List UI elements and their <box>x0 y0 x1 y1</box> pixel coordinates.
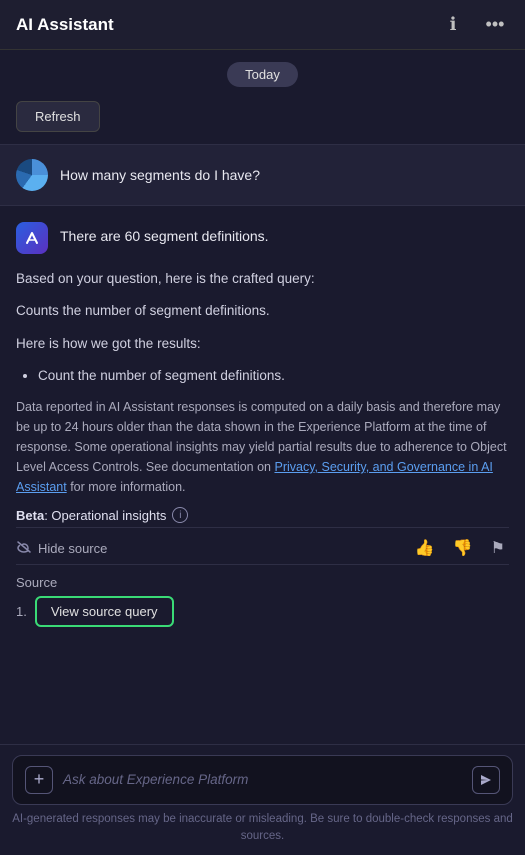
view-source-button[interactable]: View source query <box>35 596 174 627</box>
info-icon: ℹ <box>450 14 457 35</box>
refresh-bar: Refresh <box>0 95 525 144</box>
more-options-button[interactable]: ••• <box>481 11 509 39</box>
feedback-icons: 👍 👎 ⚑ <box>411 536 509 560</box>
app-header: AI Assistant ℹ ••• <box>0 0 525 50</box>
user-message-text: How many segments do I have? <box>60 167 260 183</box>
more-icon: ••• <box>486 14 505 35</box>
counts-line: Counts the number of segment definitions… <box>16 300 509 322</box>
source-section: Source 1. View source query <box>16 575 509 627</box>
input-area: + Ask about Experience Platform AI-gener… <box>0 744 525 855</box>
thumbs-down-icon: 👎 <box>453 540 473 557</box>
date-badge: Today <box>227 62 298 87</box>
avatar <box>16 159 48 191</box>
disclaimer-text: Data reported in AI Assistant responses … <box>16 397 509 497</box>
header-actions: ℹ ••• <box>439 11 509 39</box>
refresh-button[interactable]: Refresh <box>16 101 100 132</box>
app-title: AI Assistant <box>16 15 114 35</box>
thumbs-down-button[interactable]: 👎 <box>449 536 477 560</box>
source-row: Hide source 👍 👎 ⚑ <box>16 527 509 565</box>
source-label: Source <box>16 575 509 590</box>
plus-icon: + <box>34 769 45 790</box>
beta-info-icon[interactable]: i <box>172 507 188 523</box>
bottom-spacer <box>0 639 525 749</box>
beta-label: Beta: Operational insights <box>16 508 166 523</box>
send-button[interactable] <box>472 766 500 794</box>
results-intro: Here is how we got the results: <box>16 333 509 355</box>
flag-button[interactable]: ⚑ <box>487 536 509 560</box>
input-box: + Ask about Experience Platform <box>12 755 513 805</box>
source-number: 1. <box>16 604 27 619</box>
beta-row: Beta: Operational insights i <box>16 507 509 523</box>
footer-disclaimer: AI-generated responses may be inaccurate… <box>12 811 513 852</box>
ai-main-answer: There are 60 segment definitions. <box>60 222 269 244</box>
results-list: Count the number of segment definitions. <box>16 365 509 387</box>
thumbs-up-button[interactable]: 👍 <box>411 536 439 560</box>
eye-slash-icon <box>16 540 32 557</box>
disclaimer-after-link: for more information. <box>67 480 186 494</box>
ai-body: Based on your question, here is the craf… <box>16 268 509 387</box>
result-item-1: Count the number of segment definitions. <box>38 365 509 387</box>
crafted-query-intro: Based on your question, here is the craf… <box>16 268 509 290</box>
flag-icon: ⚑ <box>491 540 505 557</box>
input-placeholder: Ask about Experience Platform <box>63 772 472 787</box>
user-message: How many segments do I have? <box>0 145 525 206</box>
hide-source-button[interactable]: Hide source <box>16 540 107 557</box>
ai-response: There are 60 segment definitions. Based … <box>0 206 525 639</box>
info-button[interactable]: ℹ <box>439 11 467 39</box>
hide-source-label: Hide source <box>38 541 107 556</box>
ai-response-header: There are 60 segment definitions. <box>16 222 509 254</box>
thumbs-up-icon: 👍 <box>415 540 435 557</box>
add-button[interactable]: + <box>25 766 53 794</box>
date-bar: Today <box>0 50 525 95</box>
ai-avatar <box>16 222 48 254</box>
